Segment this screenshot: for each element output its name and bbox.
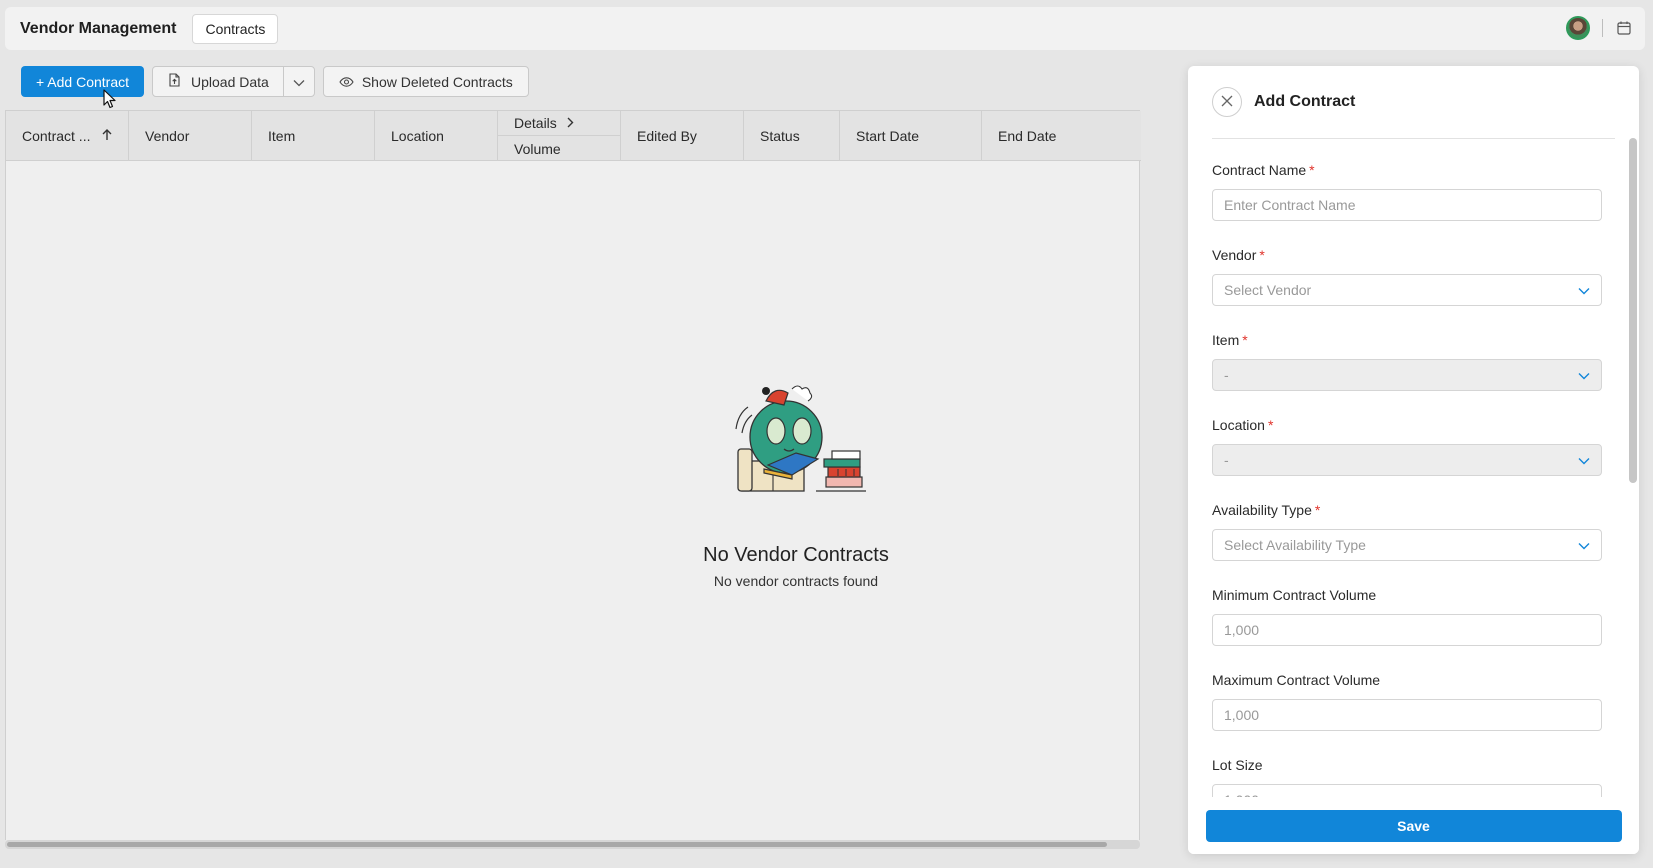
app-title: Vendor Management <box>20 19 177 37</box>
required-marker: * <box>1309 162 1315 178</box>
empty-state-title: No Vendor Contracts <box>703 544 889 566</box>
column-group-details-header[interactable]: Details <box>498 111 620 136</box>
item-label: Item * <box>1212 332 1248 348</box>
column-status[interactable]: Status <box>744 111 840 161</box>
add-contract-form: Contract Name * Enter Contract Name Vendo… <box>1212 162 1602 842</box>
scrollbar-thumb[interactable] <box>7 842 1107 847</box>
column-location[interactable]: Location <box>375 111 498 161</box>
upload-data-button[interactable]: Upload Data <box>153 67 284 96</box>
required-marker: * <box>1314 502 1321 518</box>
contract-name-field: Contract Name * Enter Contract Name <box>1212 162 1602 221</box>
panel-title: Add Contract <box>1254 93 1356 110</box>
column-label: Volume <box>514 140 561 157</box>
calendar-icon[interactable] <box>1615 19 1633 37</box>
placeholder-text: 1,000 <box>1224 622 1260 638</box>
location-select[interactable]: - <box>1212 444 1602 476</box>
close-icon <box>1221 94 1233 110</box>
min-contract-volume-field: Minimum Contract Volume 1,000 <box>1212 587 1602 646</box>
upload-data-split-button: Upload Data <box>152 66 315 97</box>
max-contract-volume-input[interactable]: 1,000 <box>1212 699 1602 731</box>
column-end-date[interactable]: End Date <box>982 111 1141 161</box>
column-group-details: Details Volume <box>498 111 621 161</box>
file-upload-icon <box>168 73 181 90</box>
upload-data-label: Upload Data <box>191 73 269 90</box>
header-actions <box>1566 16 1633 40</box>
empty-state-subtitle: No vendor contracts found <box>713 573 879 589</box>
mouse-cursor-icon <box>103 89 117 109</box>
eye-icon <box>339 74 354 90</box>
availability-type-select[interactable]: Select Availability Type <box>1212 529 1602 561</box>
tab-contracts[interactable]: Contracts <box>192 13 279 44</box>
column-volume[interactable]: Volume <box>498 136 620 161</box>
avatar[interactable] <box>1566 16 1590 40</box>
empty-state-illustration <box>646 379 946 502</box>
item-field: Item * - <box>1212 332 1602 391</box>
panel-header: Add Contract <box>1212 66 1615 139</box>
required-marker: * <box>1259 247 1265 263</box>
location-field: Location * - <box>1212 417 1602 476</box>
placeholder-text: Select Vendor <box>1224 282 1312 298</box>
horizontal-scrollbar[interactable] <box>5 840 1140 849</box>
contracts-table: Contract ... Vendor Item Location Detail… <box>5 110 1141 840</box>
availability-type-field: Availability Type * Select Availability T… <box>1212 502 1602 561</box>
max-contract-volume-field: Maximum Contract Volume 1,000 <box>1212 672 1602 731</box>
column-label: Start Date <box>856 128 920 144</box>
column-label: Edited By <box>637 128 697 144</box>
select-value: - <box>1224 367 1229 383</box>
toolbar: + Add Contract Upload Data Show Deleted … <box>21 66 529 97</box>
item-select[interactable]: - <box>1212 359 1602 391</box>
chevron-down-icon <box>1578 282 1590 298</box>
required-marker: * <box>1267 417 1274 433</box>
table-header: Contract ... Vendor Item Location Detail… <box>6 111 1141 161</box>
close-panel-button[interactable] <box>1212 87 1242 117</box>
empty-state: No Vendor Contracts No vendor contracts … <box>646 379 946 589</box>
lot-size-label: Lot Size <box>1212 757 1263 773</box>
top-header: Vendor Management Contracts <box>5 7 1645 50</box>
chevron-down-icon <box>1578 452 1590 468</box>
add-contract-panel: Add Contract Contract Name * Enter Contra… <box>1188 66 1639 854</box>
column-item[interactable]: Item <box>252 111 375 161</box>
column-label: Vendor <box>145 128 190 144</box>
placeholder-text: Enter Contract Name <box>1224 197 1356 213</box>
column-label: Contract ... <box>22 128 91 144</box>
placeholder-text: 1,000 <box>1224 707 1260 723</box>
save-button[interactable]: Save <box>1205 809 1622 842</box>
panel-footer: Save <box>1188 797 1639 854</box>
required-marker: * <box>1242 332 1248 348</box>
column-start-date[interactable]: Start Date <box>840 111 982 161</box>
column-edited-by[interactable]: Edited By <box>621 111 744 161</box>
min-contract-volume-input[interactable]: 1,000 <box>1212 614 1602 646</box>
contract-name-input[interactable]: Enter Contract Name <box>1212 189 1602 221</box>
min-contract-volume-label: Minimum Contract Volume <box>1212 587 1377 603</box>
max-contract-volume-label: Maximum Contract Volume <box>1212 672 1381 688</box>
upload-dropdown-toggle[interactable] <box>284 67 314 96</box>
column-label: Status <box>760 128 800 144</box>
column-label: Location <box>391 128 444 144</box>
chevron-down-icon <box>293 74 305 90</box>
chevron-right-icon[interactable] <box>567 115 574 131</box>
scrollbar-thumb[interactable] <box>1629 138 1637 483</box>
contract-name-label: Contract Name * <box>1212 162 1315 178</box>
header-divider <box>1602 19 1603 37</box>
sort-ascending-icon[interactable] <box>102 128 112 144</box>
show-deleted-label: Show Deleted Contracts <box>361 73 513 90</box>
column-vendor[interactable]: Vendor <box>129 111 252 161</box>
column-label: End Date <box>998 128 1057 144</box>
chevron-down-icon <box>1578 367 1590 383</box>
select-value: - <box>1224 452 1229 468</box>
column-contract-name[interactable]: Contract ... <box>6 111 129 161</box>
availability-type-label: Availability Type * <box>1212 502 1321 518</box>
show-deleted-contracts-button[interactable]: Show Deleted Contracts <box>322 66 529 97</box>
chevron-down-icon <box>1578 537 1590 553</box>
add-contract-button[interactable]: + Add Contract <box>21 66 145 97</box>
column-label: Item <box>268 128 296 144</box>
vendor-select[interactable]: Select Vendor <box>1212 274 1602 306</box>
panel-vertical-scrollbar[interactable] <box>1629 138 1637 808</box>
column-group-label: Details <box>514 115 557 131</box>
vendor-label: Vendor * <box>1212 247 1265 263</box>
location-label: Location * <box>1212 417 1274 433</box>
vendor-field: Vendor * Select Vendor <box>1212 247 1602 306</box>
placeholder-text: Select Availability Type <box>1224 537 1366 553</box>
